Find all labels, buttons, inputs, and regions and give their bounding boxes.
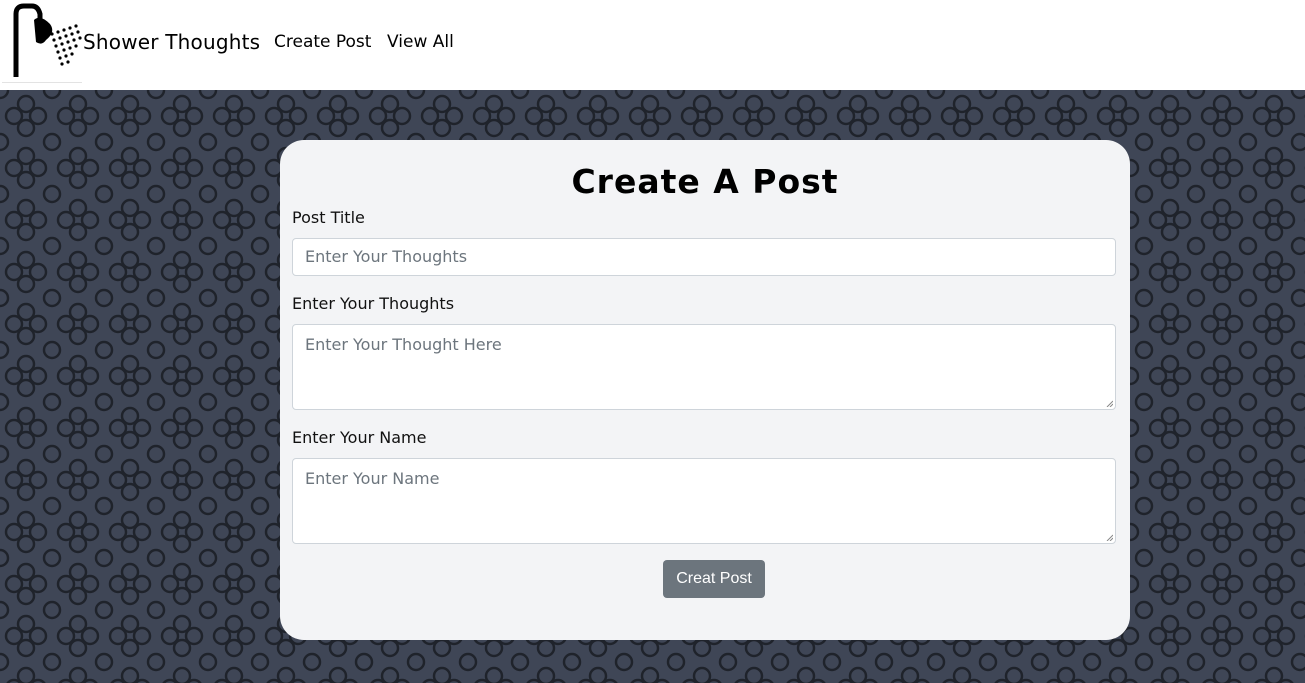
logo[interactable] — [2, 2, 82, 83]
navbar: Shower Thoughts Create Post View All — [0, 0, 1305, 90]
nav-view-all[interactable]: View All — [387, 32, 454, 52]
page-title: Create A Post — [571, 162, 839, 201]
create-post-card: Create A Post Post Title Enter Your Thou… — [280, 140, 1130, 640]
name-textarea[interactable]: Enter Your Name — [292, 458, 1116, 544]
resize-handle-icon[interactable] — [1105, 399, 1113, 407]
nav-create-post[interactable]: Create Post — [274, 32, 371, 52]
name-placeholder: Enter Your Name — [305, 469, 440, 488]
thoughts-placeholder: Enter Your Thought Here — [305, 335, 502, 354]
create-post-button[interactable]: Creat Post — [663, 560, 765, 598]
shower-head-icon — [13, 3, 82, 77]
resize-handle-icon[interactable] — [1105, 533, 1113, 541]
thoughts-label: Enter Your Thoughts — [292, 294, 455, 313]
post-title-placeholder: Enter Your Thoughts — [305, 247, 468, 266]
post-title-input[interactable]: Enter Your Thoughts — [292, 238, 1116, 276]
name-label: Enter Your Name — [292, 428, 427, 447]
brand-link[interactable]: Shower Thoughts — [83, 30, 260, 54]
post-title-label: Post Title — [292, 208, 365, 227]
thoughts-textarea[interactable]: Enter Your Thought Here — [292, 324, 1116, 410]
